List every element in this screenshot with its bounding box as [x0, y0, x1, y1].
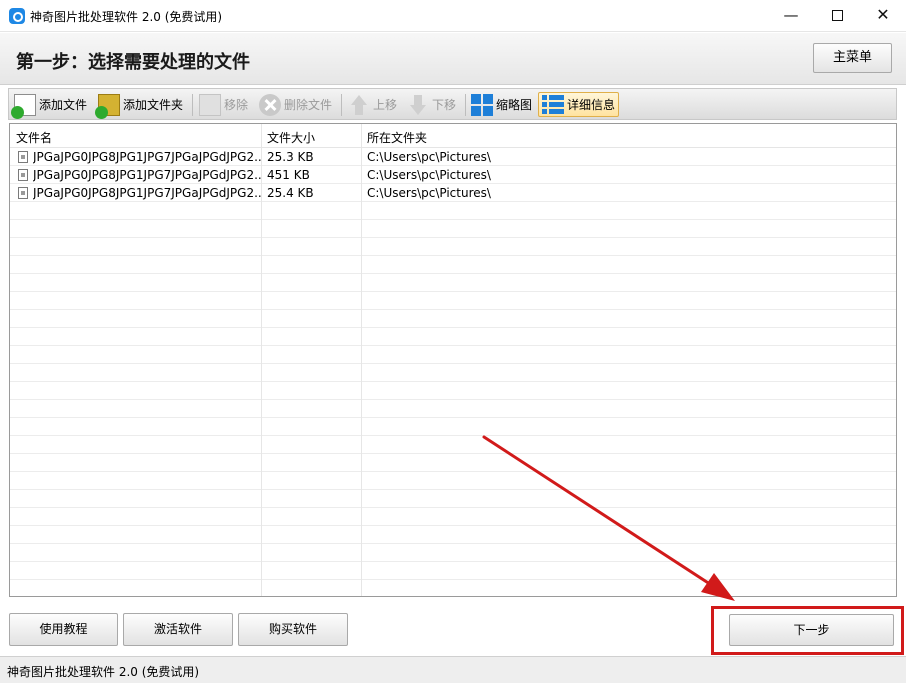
- add-folder-icon: [95, 93, 120, 119]
- table-row[interactable]: JPGaJPG0JPG8JPG1JPG7JPGaJPGdJPG2... 451 …: [10, 166, 896, 184]
- toolbar-separator: [341, 94, 342, 116]
- delete-file-label: 删除文件: [284, 98, 333, 112]
- title-bar: 神奇图片批处理软件 2.0 (免费试用) — ✕: [0, 0, 906, 32]
- move-down-label: 下移: [432, 98, 457, 112]
- table-row[interactable]: JPGaJPG0JPG8JPG1JPG7JPGaJPGdJPG2... 25.3…: [10, 148, 896, 166]
- buy-button[interactable]: 购买软件: [238, 613, 348, 646]
- column-header-filename[interactable]: 文件名: [16, 129, 52, 146]
- image-file-icon: [18, 187, 28, 199]
- move-up-button[interactable]: 上移: [348, 92, 397, 117]
- add-file-button[interactable]: 添加文件: [11, 92, 88, 119]
- list-header: 文件名 文件大小 所在文件夹: [10, 124, 896, 148]
- details-list-icon: [542, 93, 564, 116]
- details-label: 详细信息: [567, 98, 616, 112]
- app-logo-icon: [9, 8, 25, 24]
- remove-icon: [199, 93, 221, 116]
- file-folder: C:\Users\pc\Pictures\: [367, 186, 491, 200]
- add-folder-label: 添加文件夹: [123, 98, 184, 112]
- file-size: 25.4 KB: [267, 186, 314, 200]
- add-file-label: 添加文件: [39, 98, 88, 112]
- tutorial-button[interactable]: 使用教程: [9, 613, 118, 646]
- status-bar: 神奇图片批处理软件 2.0 (免费试用): [0, 656, 906, 683]
- image-file-icon: [18, 151, 28, 163]
- activate-button[interactable]: 激活软件: [123, 613, 233, 646]
- move-up-label: 上移: [373, 98, 398, 112]
- details-view-button[interactable]: 详细信息: [538, 92, 620, 117]
- table-row[interactable]: JPGaJPG0JPG8JPG1JPG7JPGaJPGdJPG2... 25.4…: [10, 184, 896, 202]
- file-folder: C:\Users\pc\Pictures\: [367, 150, 491, 164]
- toolbar-separator: [465, 94, 466, 116]
- column-header-folder[interactable]: 所在文件夹: [367, 129, 427, 146]
- maximize-button[interactable]: [814, 0, 860, 32]
- thumbnail-view-button[interactable]: 缩略图: [471, 92, 532, 117]
- file-name: JPGaJPG0JPG8JPG1JPG7JPGaJPGdJPG2...: [33, 186, 261, 200]
- file-size: 25.3 KB: [267, 150, 314, 164]
- toolbar: 添加文件 添加文件夹 移除 删除文件 上移 下移 缩略图 详细信息: [8, 88, 897, 120]
- window-title: 神奇图片批处理软件 2.0 (免费试用): [30, 10, 223, 24]
- thumbnail-grid-icon: [471, 93, 493, 116]
- minimize-button[interactable]: —: [768, 0, 814, 32]
- remove-button[interactable]: 移除: [199, 92, 248, 117]
- delete-file-button[interactable]: 删除文件: [259, 92, 332, 117]
- file-name: JPGaJPG0JPG8JPG1JPG7JPGaJPGdJPG2...: [33, 168, 261, 182]
- remove-label: 移除: [224, 98, 249, 112]
- thumbnail-label: 缩略图: [496, 98, 533, 112]
- toolbar-separator: [192, 94, 193, 116]
- file-folder: C:\Users\pc\Pictures\: [367, 168, 491, 182]
- column-header-filesize[interactable]: 文件大小: [267, 129, 315, 146]
- move-down-button[interactable]: 下移: [407, 92, 456, 117]
- main-menu-button[interactable]: 主菜单: [813, 43, 892, 73]
- add-file-icon: [11, 93, 36, 119]
- file-size: 451 KB: [267, 168, 310, 182]
- step-title: 第一步：选择需要处理的文件: [16, 52, 250, 73]
- arrow-up-icon: [348, 94, 370, 116]
- status-text: 神奇图片批处理软件 2.0 (免费试用): [7, 665, 200, 679]
- image-file-icon: [18, 169, 28, 181]
- delete-icon: [259, 93, 281, 116]
- close-button[interactable]: ✕: [860, 0, 906, 32]
- arrow-down-icon: [407, 94, 429, 116]
- add-folder-button[interactable]: 添加文件夹: [95, 92, 184, 119]
- step-header: 第一步：选择需要处理的文件: [0, 33, 906, 85]
- row-grid: [10, 148, 896, 596]
- maximize-icon: [831, 10, 843, 21]
- file-name: JPGaJPG0JPG8JPG1JPG7JPGaJPGdJPG2...: [33, 150, 261, 164]
- file-list[interactable]: 文件名 文件大小 所在文件夹 JPGaJPG0JPG8JPG1JPG7JPGaJ…: [9, 123, 897, 597]
- annotation-highlight-box: [711, 606, 904, 655]
